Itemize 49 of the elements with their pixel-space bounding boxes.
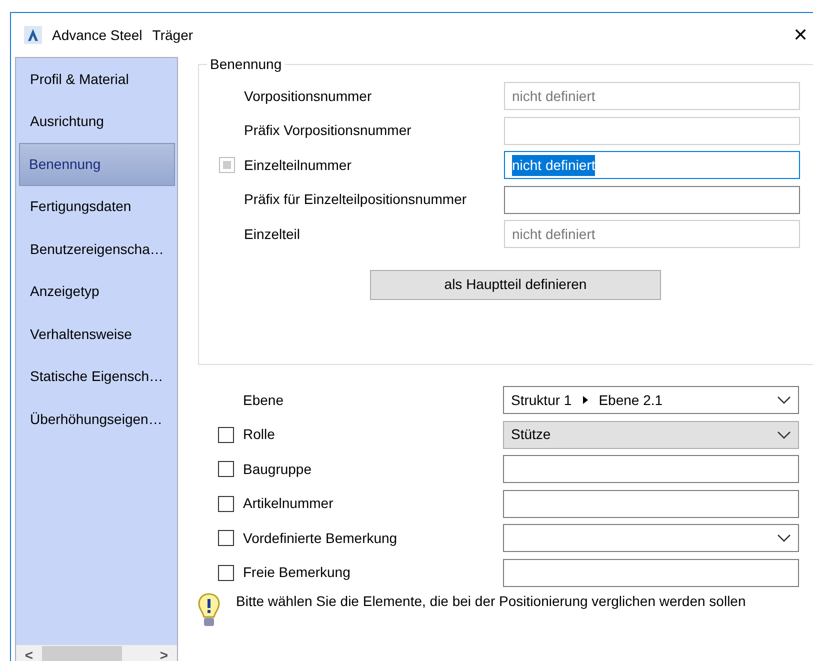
field-label: Freie Bemerkung — [243, 563, 352, 582]
field-label: Artikelnummer — [243, 494, 334, 514]
input-field[interactable]: nicht definiert — [504, 220, 800, 248]
input-field[interactable] — [504, 186, 800, 214]
sidebar-item[interactable]: Anzeigetyp — [16, 270, 177, 313]
checkbox[interactable] — [218, 496, 234, 512]
chevron-down-icon — [777, 430, 791, 439]
sidebar-item[interactable]: Überhöhungseigen… — [16, 398, 177, 440]
scroll-right-button[interactable]: > — [151, 648, 177, 661]
input-field[interactable] — [504, 116, 800, 145]
field-label: Rolle — [243, 425, 276, 444]
horizontal-scrollbar[interactable]: < > — [16, 645, 177, 661]
hint-text: Bitte wählen Sie die Elemente, die bei der Positionierung verglichen werden sollen — [236, 593, 747, 610]
checkbox[interactable] — [218, 564, 234, 581]
lightbulb-icon — [198, 593, 220, 629]
checkbox[interactable] — [218, 461, 234, 478]
field-label: Präfix für Einzelteilpositionsnummer — [244, 190, 468, 210]
chevron-down-icon — [777, 396, 791, 404]
app-logo-icon — [24, 26, 42, 44]
sidebar-item[interactable]: Benutzereigenscha… — [16, 228, 177, 270]
chevron-down-icon — [777, 534, 791, 542]
sidebar-item[interactable]: Fertigungsdaten — [16, 186, 177, 228]
field-label: Baugruppe — [243, 460, 313, 479]
sidebar-item[interactable]: Ausrichtung — [16, 100, 177, 143]
field-label: Einzelteilnummer — [244, 156, 352, 175]
input-field[interactable] — [503, 455, 799, 484]
field-label: Präfix Vorpositionsnummer — [244, 121, 412, 140]
field-label: Vordefinierte Bemerkung — [243, 528, 398, 548]
sidebar-item[interactable]: Statische Eigensch… — [16, 356, 177, 398]
checkbox[interactable] — [218, 530, 234, 546]
sidebar-item[interactable]: Profil & Material — [16, 58, 177, 100]
input-field[interactable] — [503, 490, 799, 518]
scrollbar-thumb[interactable] — [42, 646, 122, 661]
app-name: Advance Steel — [52, 26, 142, 44]
dropdown[interactable]: Struktur 1 Ebene 2.1 — [503, 386, 799, 414]
dropdown[interactable] — [503, 524, 799, 552]
field-label: Einzelteil — [244, 224, 302, 244]
close-button[interactable]: ✕ — [789, 22, 812, 48]
sidebar-item[interactable]: Benennung — [19, 143, 175, 186]
field-label: Ebene — [243, 390, 284, 410]
breadcrumb-arrow-icon — [582, 395, 589, 406]
window-title: Träger — [152, 26, 194, 45]
group-title: Benennung — [207, 56, 285, 73]
input-field[interactable] — [503, 558, 799, 587]
field-label: Vorpositionsnummer — [244, 86, 373, 106]
define-main-part-button[interactable]: als Hauptteil definieren — [370, 270, 661, 300]
input-field[interactable]: nicht definiert — [504, 82, 800, 110]
sidebar-item[interactable]: Verhaltensweise — [16, 313, 177, 356]
scroll-left-button[interactable]: < — [16, 648, 42, 661]
